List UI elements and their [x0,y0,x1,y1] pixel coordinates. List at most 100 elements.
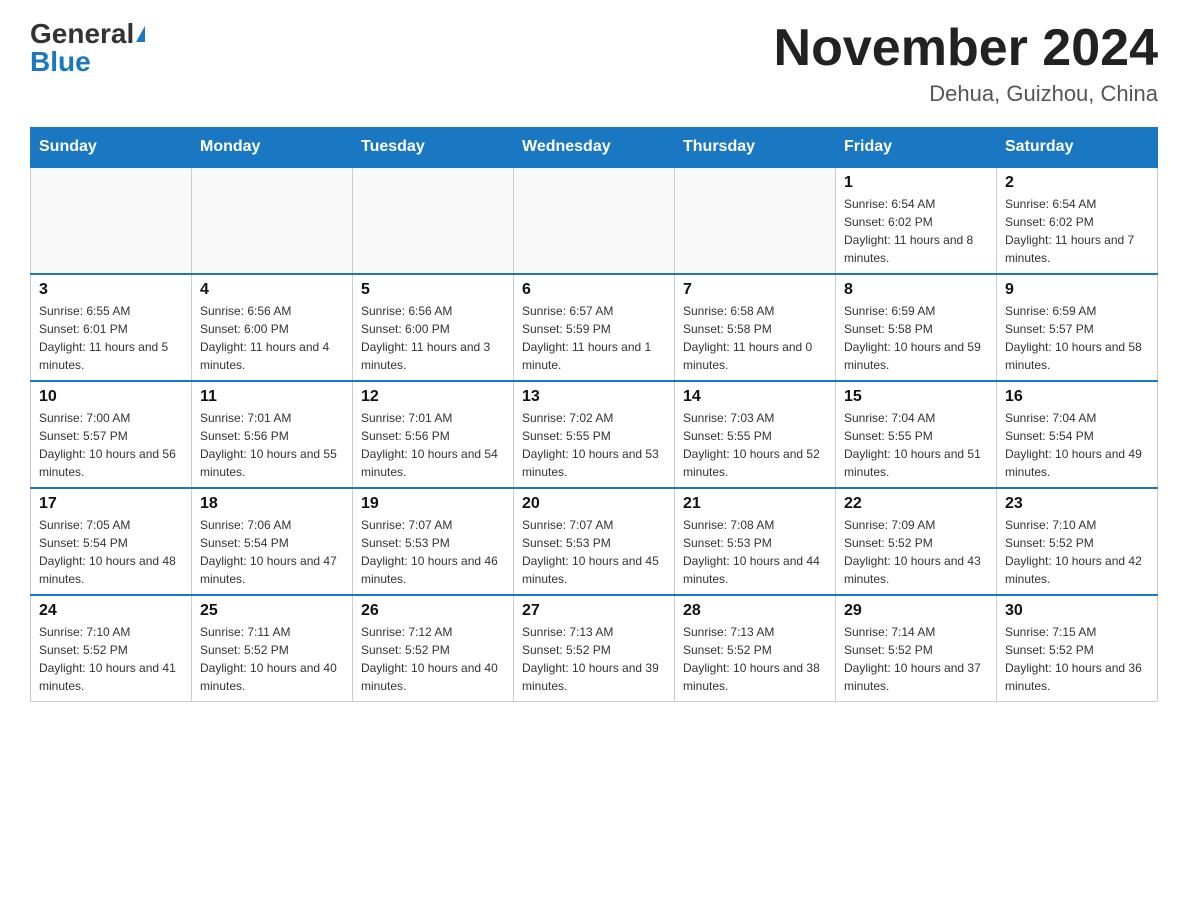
week-row-1: 1 Sunrise: 6:54 AMSunset: 6:02 PMDaylight… [31,167,1158,274]
calendar-cell: 24 Sunrise: 7:10 AMSunset: 5:52 PMDayligh… [31,595,192,702]
day-info: Sunrise: 7:08 AMSunset: 5:53 PMDaylight:… [683,516,827,588]
day-info: Sunrise: 7:00 AMSunset: 5:57 PMDaylight:… [39,409,183,481]
calendar-cell: 16Sunrise: 7:04 AMSunset: 5:54 PMDayligh… [997,381,1158,488]
calendar-cell: 1Sunrise: 6:54 AMSunset: 6:02 PMDaylight… [836,167,997,274]
calendar-cell: 25Sunrise: 7:11 AMSunset: 5:52 PMDayligh… [192,595,353,702]
week-row-4: 17 Sunrise: 7:05 AMSunset: 5:54 PMDayligh… [31,488,1158,595]
calendar-cell: 15Sunrise: 7:04 AMSunset: 5:55 PMDayligh… [836,381,997,488]
week-row-5: 24 Sunrise: 7:10 AMSunset: 5:52 PMDayligh… [31,595,1158,702]
calendar-header-row: SundayMondayTuesdayWednesdayThursdayFrid… [31,128,1158,168]
day-info: Sunrise: 6:56 AMSunset: 6:00 PMDaylight:… [361,302,505,374]
calendar-cell: 13 Sunrise: 7:02 AMSunset: 5:55 PMDayligh… [514,381,675,488]
calendar-cell: 14 Sunrise: 7:03 AMSunset: 5:55 PMDayligh… [675,381,836,488]
title-area: November 2024 Dehua, Guizhou, China [774,20,1158,107]
day-number: 22 [844,495,988,513]
month-title: November 2024 [774,20,1158,77]
calendar-cell: 2 Sunrise: 6:54 AMSunset: 6:02 PMDaylight… [997,167,1158,274]
day-info: Sunrise: 7:03 AMSunset: 5:55 PMDaylight:… [683,409,827,481]
day-info: Sunrise: 7:13 AMSunset: 5:52 PMDaylight:… [522,623,666,695]
day-number: 20 [522,495,666,513]
location-text: Dehua, Guizhou, China [774,81,1158,107]
calendar-cell [192,167,353,274]
calendar-cell: 9Sunrise: 6:59 AMSunset: 5:57 PMDaylight… [997,274,1158,381]
day-info: Sunrise: 6:59 AMSunset: 5:57 PMDaylight:… [1005,302,1149,374]
calendar-cell: 8 Sunrise: 6:59 AMSunset: 5:58 PMDaylight… [836,274,997,381]
day-number: 5 [361,281,505,299]
calendar-cell: 12 Sunrise: 7:01 AMSunset: 5:56 PMDayligh… [353,381,514,488]
day-info: Sunrise: 7:01 AMSunset: 5:56 PMDaylight:… [361,409,505,481]
day-number: 30 [1005,602,1149,620]
day-info: Sunrise: 7:07 AMSunset: 5:53 PMDaylight:… [522,516,666,588]
day-info: Sunrise: 7:14 AMSunset: 5:52 PMDaylight:… [844,623,988,695]
calendar-cell [353,167,514,274]
calendar-cell: 4 Sunrise: 6:56 AMSunset: 6:00 PMDaylight… [192,274,353,381]
week-row-3: 10 Sunrise: 7:00 AMSunset: 5:57 PMDayligh… [31,381,1158,488]
calendar-cell: 5 Sunrise: 6:56 AMSunset: 6:00 PMDaylight… [353,274,514,381]
day-number: 26 [361,602,505,620]
calendar-cell: 26 Sunrise: 7:12 AMSunset: 5:52 PMDayligh… [353,595,514,702]
day-number: 12 [361,388,505,406]
day-number: 25 [200,602,344,620]
day-number: 4 [200,281,344,299]
day-number: 27 [522,602,666,620]
day-info: Sunrise: 7:07 AMSunset: 5:53 PMDaylight:… [361,516,505,588]
header-sunday: Sunday [31,128,192,168]
day-number: 24 [39,602,183,620]
calendar-cell: 10 Sunrise: 7:00 AMSunset: 5:57 PMDayligh… [31,381,192,488]
day-number: 1 [844,174,988,192]
day-info: Sunrise: 7:05 AMSunset: 5:54 PMDaylight:… [39,516,183,588]
day-info: Sunrise: 6:57 AMSunset: 5:59 PMDaylight:… [522,302,666,374]
logo: General Blue [30,20,145,76]
calendar-cell: 30 Sunrise: 7:15 AMSunset: 5:52 PMDayligh… [997,595,1158,702]
calendar-cell [514,167,675,274]
day-number: 16 [1005,388,1149,406]
calendar-cell: 22Sunrise: 7:09 AMSunset: 5:52 PMDayligh… [836,488,997,595]
day-number: 19 [361,495,505,513]
calendar-cell: 18Sunrise: 7:06 AMSunset: 5:54 PMDayligh… [192,488,353,595]
day-number: 21 [683,495,827,513]
logo-triangle-icon [136,26,145,42]
header-thursday: Thursday [675,128,836,168]
day-info: Sunrise: 7:10 AMSunset: 5:52 PMDaylight:… [39,623,183,695]
day-info: Sunrise: 6:59 AMSunset: 5:58 PMDaylight:… [844,302,988,374]
day-info: Sunrise: 7:12 AMSunset: 5:52 PMDaylight:… [361,623,505,695]
day-number: 10 [39,388,183,406]
day-info: Sunrise: 6:58 AMSunset: 5:58 PMDaylight:… [683,302,827,374]
day-number: 11 [200,388,344,406]
day-info: Sunrise: 7:10 AMSunset: 5:52 PMDaylight:… [1005,516,1149,588]
day-number: 23 [1005,495,1149,513]
day-number: 13 [522,388,666,406]
day-number: 14 [683,388,827,406]
calendar-cell [31,167,192,274]
header-friday: Friday [836,128,997,168]
day-number: 6 [522,281,666,299]
header-wednesday: Wednesday [514,128,675,168]
day-info: Sunrise: 6:54 AMSunset: 6:02 PMDaylight:… [1005,195,1149,267]
calendar-cell: 29Sunrise: 7:14 AMSunset: 5:52 PMDayligh… [836,595,997,702]
logo-general-text: General [30,20,134,48]
calendar-cell: 21 Sunrise: 7:08 AMSunset: 5:53 PMDayligh… [675,488,836,595]
page-header: General Blue November 2024 Dehua, Guizho… [30,20,1158,107]
calendar-cell: 19 Sunrise: 7:07 AMSunset: 5:53 PMDayligh… [353,488,514,595]
header-saturday: Saturday [997,128,1158,168]
day-info: Sunrise: 6:56 AMSunset: 6:00 PMDaylight:… [200,302,344,374]
day-number: 7 [683,281,827,299]
calendar-cell: 20 Sunrise: 7:07 AMSunset: 5:53 PMDayligh… [514,488,675,595]
calendar-cell [675,167,836,274]
calendar-cell: 6 Sunrise: 6:57 AMSunset: 5:59 PMDaylight… [514,274,675,381]
logo-blue-text: Blue [30,48,91,76]
day-number: 8 [844,281,988,299]
calendar-cell: 28Sunrise: 7:13 AMSunset: 5:52 PMDayligh… [675,595,836,702]
calendar-table: SundayMondayTuesdayWednesdayThursdayFrid… [30,127,1158,702]
week-row-2: 3Sunrise: 6:55 AMSunset: 6:01 PMDaylight… [31,274,1158,381]
day-number: 28 [683,602,827,620]
day-number: 2 [1005,174,1149,192]
header-tuesday: Tuesday [353,128,514,168]
day-number: 15 [844,388,988,406]
calendar-cell: 17 Sunrise: 7:05 AMSunset: 5:54 PMDayligh… [31,488,192,595]
day-info: Sunrise: 7:06 AMSunset: 5:54 PMDaylight:… [200,516,344,588]
day-number: 3 [39,281,183,299]
day-info: Sunrise: 7:02 AMSunset: 5:55 PMDaylight:… [522,409,666,481]
day-number: 17 [39,495,183,513]
day-info: Sunrise: 7:15 AMSunset: 5:52 PMDaylight:… [1005,623,1149,695]
